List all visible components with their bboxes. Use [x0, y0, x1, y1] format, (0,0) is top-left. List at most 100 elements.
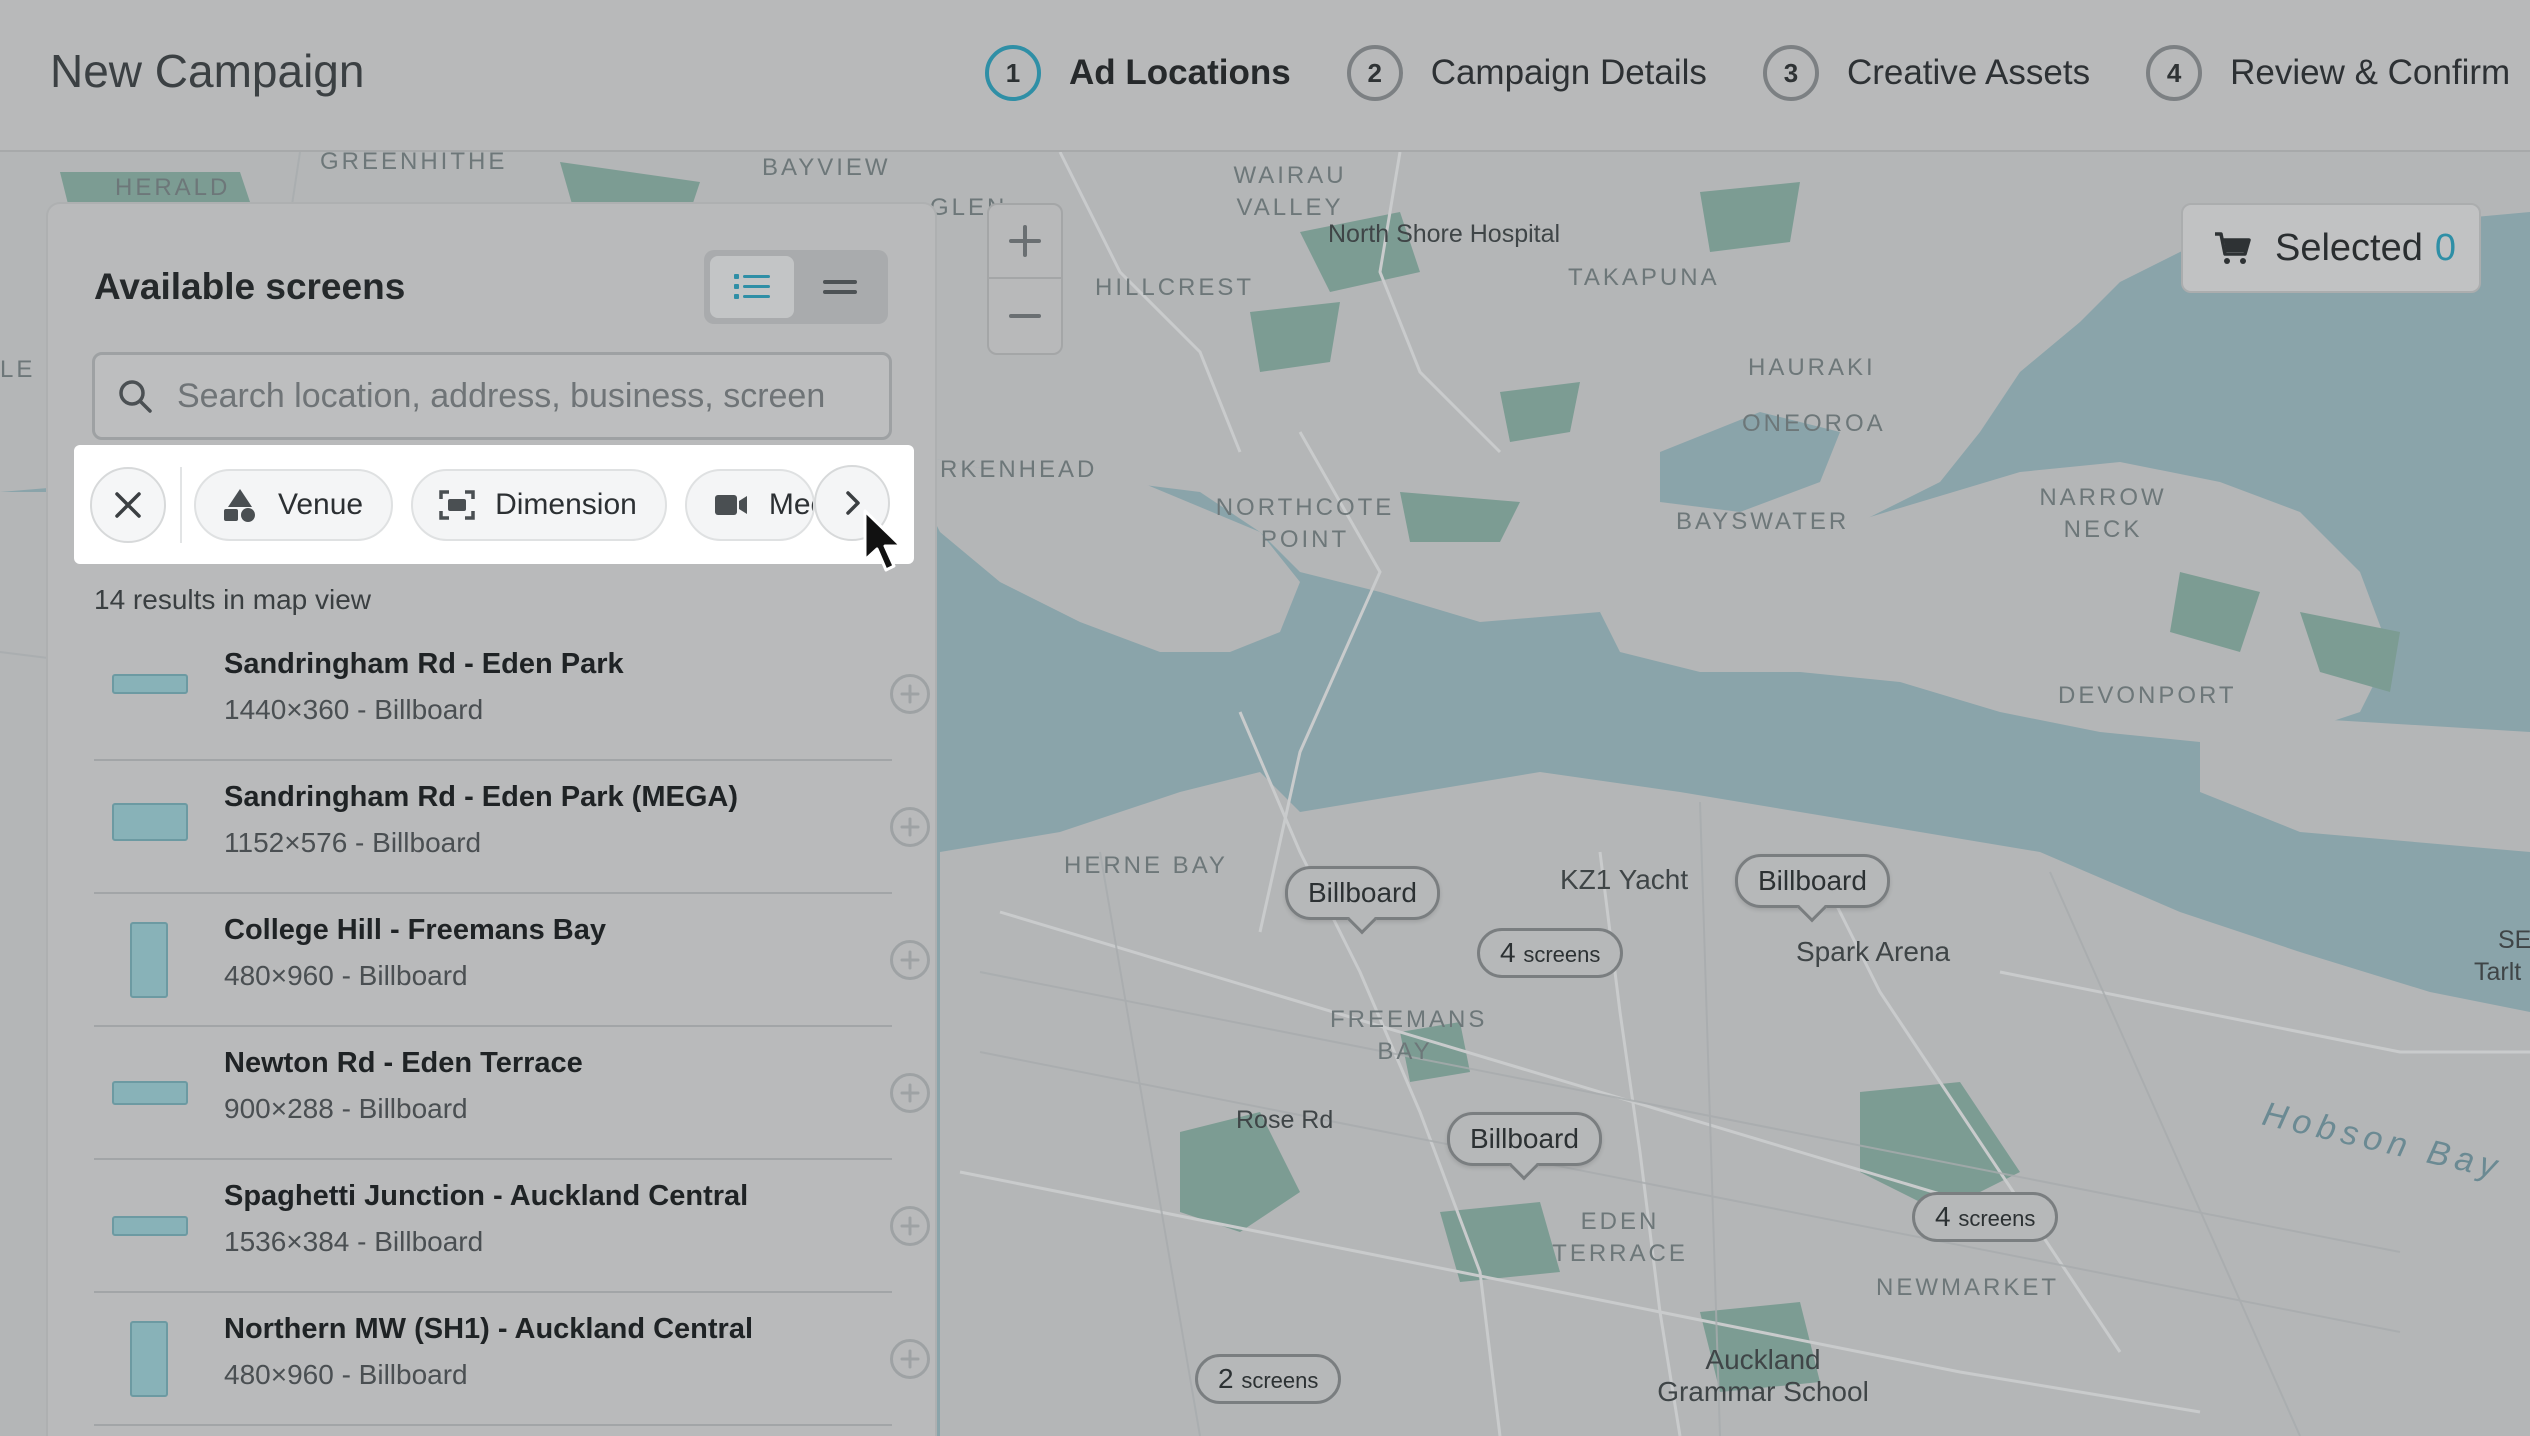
search-icon	[119, 380, 152, 413]
chip-label: Media	[768, 487, 813, 521]
close-icon	[115, 491, 141, 518]
map-label-eden-terrace: Eden Terrace	[1552, 1208, 1688, 1267]
step-ad-locations[interactable]: 1 Ad Locations	[985, 45, 1291, 101]
map-label-rkenhead: Rkenhead	[940, 456, 1098, 483]
cluster-unit: screens	[1523, 942, 1601, 967]
screen-name: Northern MW (SH1) - Auckland Central	[224, 1313, 754, 1345]
map-cluster[interactable]: 4 screens	[1912, 1192, 2059, 1242]
add-screen-button[interactable]	[890, 1206, 930, 1246]
screen-thumbnail	[112, 1081, 188, 1105]
map-place-se: SE	[2498, 926, 2530, 954]
map-label-bayswater: Bayswater	[1676, 508, 1850, 535]
app-header: New Campaign 1 Ad Locations 2 Campaign D…	[0, 0, 2530, 152]
map-pin-billboard[interactable]: Billboard	[1447, 1112, 1602, 1166]
list-item[interactable]: Spaghetti Junction - Auckland Central 15…	[94, 1160, 930, 1293]
screens-panel: Available screens 14 results in map view…	[46, 202, 937, 1436]
cluster-count: 4	[1935, 1201, 1951, 1232]
add-screen-button[interactable]	[890, 1339, 930, 1379]
map-label-newmarket: Newmarket	[1876, 1274, 2059, 1301]
step-review-confirm[interactable]: 4 Review & Confirm	[2146, 45, 2510, 101]
map-label-hauraki: Hauraki	[1748, 354, 1876, 381]
map-label-hillcrest: Hillcrest	[1095, 274, 1255, 301]
results-count: 14 results in map view	[94, 584, 372, 615]
screen-thumbnail	[112, 674, 188, 694]
list-item[interactable]: College Hill - Freemans Bay 480×960 - Bi…	[94, 894, 930, 1027]
chip-divider	[180, 466, 182, 543]
filter-chip-bar: Venue Dimension Media	[74, 445, 914, 564]
map-place-kz1-yacht: KZ1 Yacht	[1560, 864, 1689, 895]
list-item[interactable]: Northern MW (SH1) - Auckland Central 480…	[94, 1293, 930, 1426]
list-item[interactable]: Newton Rd - Eden Terrace 900×288 - Billb…	[94, 1027, 930, 1160]
zoom-out-button[interactable]	[989, 279, 1061, 353]
plus-icon	[1009, 225, 1041, 257]
map-label-freemans-bay: Freemans Bay	[1330, 1006, 1488, 1065]
search-input[interactable]	[177, 376, 877, 416]
plus-icon	[900, 1216, 920, 1236]
add-screen-button[interactable]	[890, 940, 930, 980]
map-label-devonport: Devonport	[2058, 682, 2237, 709]
map-label-herne-bay: Herne Bay	[1064, 852, 1228, 879]
selected-count: 0	[2434, 226, 2457, 269]
screen-thumbnail	[112, 803, 188, 841]
filter-chip-venue[interactable]: Venue	[194, 468, 394, 541]
minus-icon	[1009, 314, 1041, 318]
list-item[interactable]: Sandringham Rd - Eden Park 1440×360 - Bi…	[94, 628, 930, 761]
screen-thumbnail	[130, 1321, 168, 1397]
screen-detail: 1536×384 - Billboard	[224, 1226, 484, 1257]
search-box[interactable]	[92, 352, 892, 440]
add-screen-button[interactable]	[890, 807, 930, 847]
map-place-spark-arena: Spark Arena	[1796, 936, 1951, 967]
campaign-stepper: 1 Ad Locations 2 Campaign Details 3 Crea…	[985, 45, 2510, 101]
step-number: 3	[1762, 45, 1819, 101]
map-label-greenhithe: Greenhithe	[320, 152, 508, 175]
map-label-bayview: Bayview	[762, 154, 891, 181]
filter-chip-media[interactable]: Media	[684, 468, 815, 541]
compact-view-button[interactable]	[798, 256, 882, 318]
map-label-narrow-neck: Narrow Neck	[2039, 484, 2167, 543]
map-label-le: Le	[0, 356, 36, 383]
screen-detail: 480×960 - Billboard	[224, 1359, 468, 1390]
screen-detail: 1152×576 - Billboard	[224, 827, 482, 858]
add-screen-button[interactable]	[890, 674, 930, 714]
view-toggle	[704, 250, 888, 324]
plus-icon	[900, 1349, 920, 1369]
chip-label: Dimension	[495, 487, 637, 521]
map-place-rose-rd: Rose Rd	[1236, 1106, 1334, 1134]
step-campaign-details[interactable]: 2 Campaign Details	[1346, 45, 1707, 101]
venue-icon	[224, 488, 255, 522]
add-screen-button[interactable]	[890, 1073, 930, 1113]
screen-thumbnail	[112, 1216, 188, 1236]
filter-chip-dimension[interactable]: Dimension	[411, 468, 667, 541]
screen-detail: 900×288 - Billboard	[224, 1093, 468, 1124]
dimension-icon	[439, 489, 475, 520]
cluster-count: 2	[1218, 1363, 1234, 1394]
map-cluster[interactable]: 2 screens	[1195, 1354, 1342, 1404]
step-number: 4	[2146, 45, 2203, 101]
selected-label: Selected	[2275, 226, 2423, 269]
step-label: Ad Locations	[1069, 53, 1291, 92]
screen-name: Newton Rd - Eden Terrace	[224, 1047, 583, 1079]
map-pin-billboard[interactable]: Billboard	[1285, 866, 1440, 920]
chip-label: Venue	[278, 487, 364, 521]
selected-cart-button[interactable]: Selected 0	[2181, 203, 2481, 293]
map-label-oneoroa: Oneoroa	[1742, 410, 1886, 437]
step-label: Creative Assets	[1846, 53, 2091, 92]
map-cluster[interactable]: 4 screens	[1477, 928, 1624, 978]
clear-filters-button[interactable]	[90, 466, 166, 543]
list-view-button[interactable]	[710, 256, 794, 318]
map-pin-billboard[interactable]: Billboard	[1735, 854, 1890, 908]
list-item[interactable]: Sandringham Rd - Eden Park (MEGA) 1152×5…	[94, 761, 930, 894]
zoom-in-button[interactable]	[989, 205, 1061, 279]
step-creative-assets[interactable]: 3 Creative Assets	[1762, 45, 2091, 101]
zoom-controls	[987, 203, 1063, 355]
screen-name: Sandringham Rd - Eden Park (MEGA)	[224, 781, 738, 813]
map-place-auckland-grammar: Auckland Grammar School	[1657, 1344, 1869, 1407]
step-number: 2	[1346, 45, 1403, 101]
panel-title: Available screens	[94, 266, 406, 307]
screen-detail: 1440×360 - Billboard	[224, 694, 484, 725]
step-label: Review & Confirm	[2230, 53, 2511, 92]
step-number: 1	[985, 45, 1041, 101]
page-title: New Campaign	[50, 45, 365, 97]
map-label-wairau-valley: Wairau Valley	[1233, 162, 1347, 221]
map-place-tarlt: Tarlt	[2474, 958, 2522, 986]
